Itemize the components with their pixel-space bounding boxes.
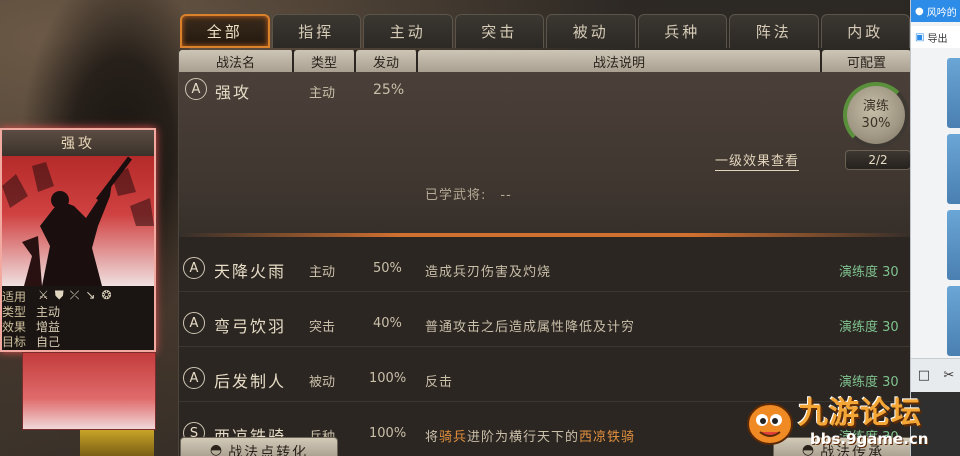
grade-badge: A — [185, 78, 207, 100]
tactic-icon: ◓ — [209, 442, 225, 456]
chat-icon: ● — [915, 5, 924, 17]
learned-label: 已学武将: — [425, 188, 487, 203]
tactic-type: 主动 — [309, 265, 336, 280]
tactic-desc: 将骑兵进阶为横行天下的西凉铁骑 — [425, 426, 635, 445]
forum-watermark: 九游论坛 bbs.9game.cn — [740, 384, 950, 456]
tab-passive[interactable]: 被动 — [546, 14, 636, 48]
tab-formation[interactable]: 阵法 — [729, 14, 819, 48]
effect-level-link[interactable]: 一级效果查看 — [715, 150, 800, 171]
tactic-desc: 反击 — [425, 375, 454, 390]
convert-label: 战法点转化 — [228, 445, 309, 456]
config-count: 2/2 — [845, 150, 911, 170]
tab-all[interactable]: 全部 — [180, 14, 270, 48]
desc-text: 进阶为横行天下的 — [467, 430, 580, 445]
spear-icon: ↘ — [85, 288, 96, 302]
tactic-rate: 100% — [369, 426, 407, 441]
category-tabs: 全部 指挥 主动 突击 被动 兵种 阵法 内政 — [180, 14, 911, 50]
grade-badge: A — [183, 257, 205, 279]
tactic-card[interactable]: 强攻 适用 ⚔ ⛊ ⤫ ↘ ❂ 类型 主动 效果 增益 目标 自己 — [0, 128, 156, 352]
shield-icon: ⛊ — [54, 288, 64, 302]
avatar[interactable] — [947, 286, 960, 356]
tactic-card-secondary[interactable] — [22, 352, 156, 430]
mascot-logo — [747, 403, 793, 445]
export-label: 导出 — [927, 33, 948, 45]
tab-troop[interactable]: 兵种 — [637, 14, 728, 48]
avatar[interactable] — [947, 134, 960, 204]
avatar[interactable] — [947, 58, 960, 128]
learned-value: -- — [500, 188, 512, 203]
tactic-name: 天降火雨 — [214, 262, 287, 281]
practice-level: 演练度 30 — [839, 265, 899, 280]
tab-command[interactable]: 指挥 — [271, 14, 362, 48]
applicable-troop-icons: ⚔ ⛊ ⤫ ↘ ❂ — [38, 288, 112, 303]
tactic-rate: 100% — [369, 371, 407, 386]
grade-badge: A — [183, 312, 205, 334]
practice-label: 演练 — [862, 99, 889, 114]
card-artwork — [2, 156, 154, 286]
tab-assault[interactable]: 突击 — [454, 14, 545, 48]
side-header[interactable]: ● 风吟的 — [911, 0, 960, 22]
grade-badge: A — [183, 367, 205, 389]
tab-active[interactable]: 主动 — [363, 14, 453, 48]
tab-domestic[interactable]: 内政 — [820, 14, 911, 48]
watermark-brand: 九游论坛 — [798, 396, 922, 431]
tactic-type: 被动 — [309, 375, 336, 390]
learned-generals: 已学武将: -- — [425, 184, 512, 203]
card-title: 强攻 — [2, 130, 154, 156]
cavalry-icon: ⚔ — [38, 288, 49, 302]
info-row: 目标 自己 — [2, 333, 60, 350]
header-config[interactable]: 可配置 — [822, 50, 911, 72]
tactic-rate: 40% — [373, 316, 402, 331]
card-info: 适用 ⚔ ⛊ ⤫ ↘ ❂ 类型 主动 效果 增益 目标 自己 — [2, 286, 154, 350]
desc-highlight: 西凉铁骑 — [579, 430, 636, 445]
table-header: 战法名 类型 发动 战法说明 可配置 — [179, 50, 911, 72]
tactic-type: 主动 — [309, 86, 336, 101]
table-row[interactable]: A 天降火雨 主动 50% 造成兵刃伤害及灼烧 演练度 30 — [179, 237, 911, 292]
tactic-rate: 25% — [373, 82, 405, 98]
practice-value: 30% — [861, 116, 891, 131]
crossbow-icon: ⤫ — [69, 288, 80, 302]
scissors-icon[interactable]: ✂ — [943, 368, 954, 383]
practice-level: 演练度 30 — [839, 320, 899, 335]
info-value: 自己 — [36, 335, 61, 349]
tactic-rate: 50% — [373, 261, 402, 276]
export-button[interactable]: ▣ 导出 — [911, 26, 960, 48]
tactic-desc: 普通攻击之后造成属性降低及计穷 — [425, 320, 636, 335]
folder-icon[interactable]: □ — [918, 368, 930, 383]
avatar[interactable] — [947, 210, 960, 280]
practice-progress-circle[interactable]: 演练 30% — [843, 82, 909, 148]
export-icon: ▣ — [915, 31, 925, 43]
tactic-name: 弯弓饮羽 — [214, 317, 287, 336]
watermark-url: bbs.9game.cn — [810, 430, 929, 448]
tactic-type: 突击 — [309, 320, 336, 335]
header-name[interactable]: 战法名 — [179, 50, 294, 72]
desc-highlight: 骑兵 — [439, 430, 468, 445]
table-row[interactable]: A 弯弓饮羽 突击 40% 普通攻击之后造成属性降低及计穷 演练度 30 — [179, 292, 911, 347]
selected-tactic-row[interactable]: A 强攻 主动 25% 演练 30% 2/2 一级效果查看 已学武将: -- — [179, 72, 911, 237]
tactic-card-tertiary[interactable] — [80, 430, 154, 456]
info-key: 目标 — [2, 335, 27, 349]
tactic-name: 后发制人 — [214, 372, 287, 391]
header-rate[interactable]: 发动 — [356, 50, 418, 72]
tactic-name: 强攻 — [215, 83, 252, 102]
warrior-illustration — [2, 156, 154, 286]
siege-icon: ❂ — [101, 288, 112, 302]
desc-text: 将 — [425, 430, 440, 445]
convert-points-button[interactable]: ◓ 战法点转化 — [180, 437, 338, 456]
tactic-desc: 造成兵刃伤害及灼烧 — [425, 265, 552, 280]
header-type[interactable]: 类型 — [294, 50, 356, 72]
side-title: 风吟的 — [926, 7, 957, 19]
header-desc: 战法说明 — [418, 50, 822, 72]
